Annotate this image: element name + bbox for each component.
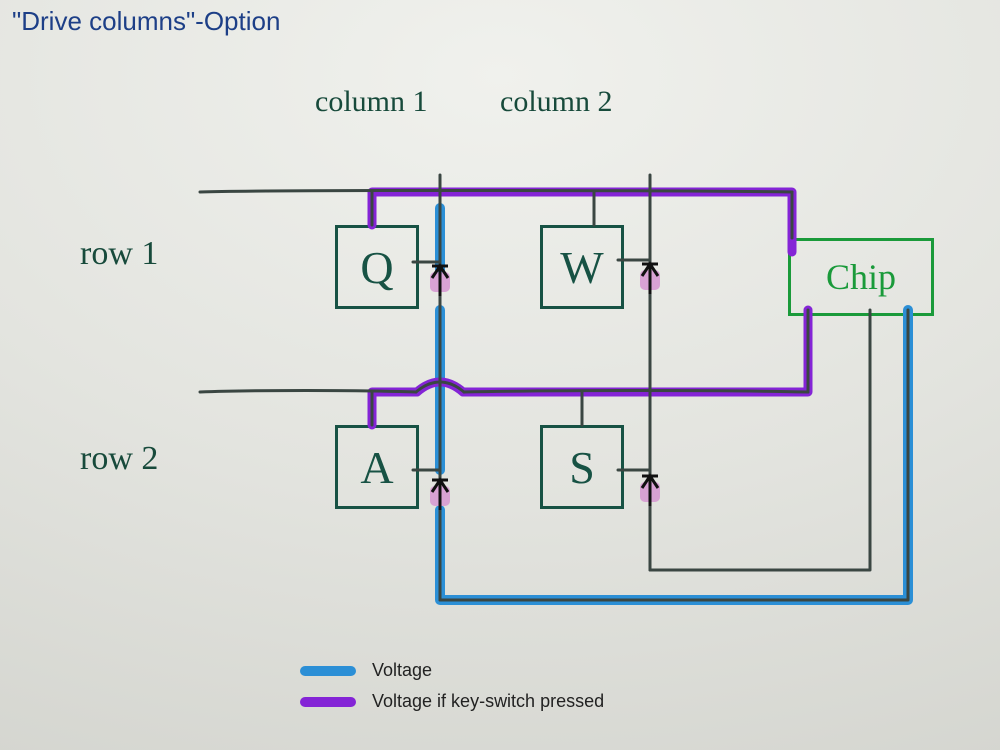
column-1-label: column 1 (315, 85, 428, 119)
row-2-label: row 2 (80, 440, 158, 478)
key-A: A (335, 425, 419, 509)
legend: Voltage Voltage if key-switch pressed (300, 660, 604, 722)
diagram-title: "Drive columns"-Option (12, 6, 280, 37)
legend-voltage-pressed: Voltage if key-switch pressed (300, 691, 604, 712)
key-Q: Q (335, 225, 419, 309)
legend-swatch-voltage (300, 666, 356, 676)
row-1-label: row 1 (80, 235, 158, 273)
column-2-label: column 2 (500, 85, 613, 119)
chip: Chip (788, 238, 934, 316)
legend-swatch-voltage-pressed (300, 697, 356, 707)
legend-voltage: Voltage (300, 660, 604, 681)
key-W: W (540, 225, 624, 309)
key-S: S (540, 425, 624, 509)
legend-voltage-pressed-label: Voltage if key-switch pressed (372, 691, 604, 712)
legend-voltage-label: Voltage (372, 660, 432, 681)
